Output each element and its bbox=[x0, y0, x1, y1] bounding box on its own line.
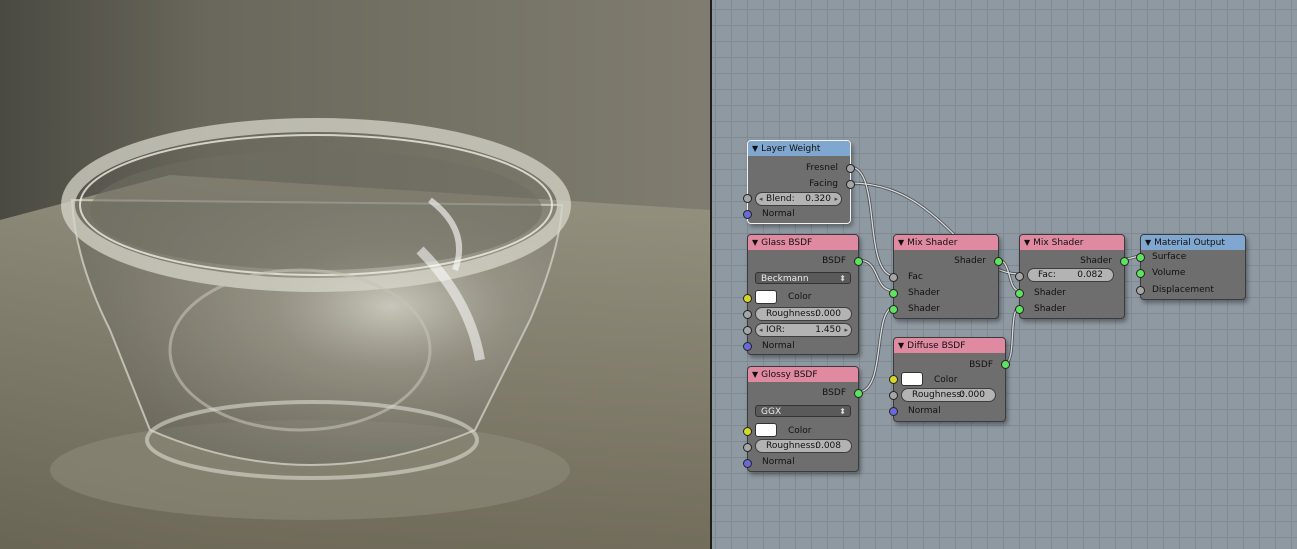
collapse-triangle-icon[interactable]: ▼ bbox=[1145, 238, 1151, 247]
diffuse-color-input-socket[interactable] bbox=[889, 375, 898, 384]
diffuse-bsdf-header[interactable]: ▼ Diffuse BSDF bbox=[894, 338, 1005, 353]
diffuse-bsdf-output-label: BSDF bbox=[969, 360, 993, 370]
mix-shader-1-header[interactable]: ▼ Mix Shader bbox=[894, 235, 998, 250]
diffuse-bsdf-output-socket[interactable] bbox=[1001, 360, 1010, 369]
glass-roughness-input-socket[interactable] bbox=[743, 310, 752, 319]
mix-shader-2-node[interactable]: ▼ Mix Shader Shader Fac: 0.082 Shader Sha… bbox=[1015, 234, 1129, 319]
mix1-fac-label: Fac bbox=[908, 272, 923, 282]
mix2-shader1-input-socket[interactable] bbox=[1015, 289, 1024, 298]
glossy-normal-input-socket[interactable] bbox=[743, 459, 752, 468]
glossy-bsdf-output-socket[interactable] bbox=[854, 389, 863, 398]
material-output-header[interactable]: ▼ Material Output bbox=[1141, 235, 1245, 250]
mix1-shader-output-label: Shader bbox=[954, 256, 986, 266]
diffuse-color-label: Color bbox=[934, 375, 958, 385]
glossy-bsdf-output-label: BSDF bbox=[822, 388, 846, 398]
blend-input-socket[interactable] bbox=[743, 194, 752, 203]
facing-output-label: Facing bbox=[809, 179, 838, 189]
normal-input-label: Normal bbox=[762, 209, 795, 219]
increment-arrow-icon[interactable]: ▸ bbox=[844, 324, 848, 336]
glossy-color-input-socket[interactable] bbox=[743, 427, 752, 436]
normal-input-socket[interactable] bbox=[743, 210, 752, 219]
glass-ior-input-socket[interactable] bbox=[743, 326, 752, 335]
collapse-triangle-icon[interactable]: ▼ bbox=[898, 341, 904, 350]
mix2-shader-output-socket[interactable] bbox=[1120, 257, 1129, 266]
glossy-normal-label: Normal bbox=[762, 457, 795, 467]
fresnel-output-socket[interactable] bbox=[846, 164, 855, 173]
diffuse-roughness-input-socket[interactable] bbox=[889, 391, 898, 400]
glossy-distribution-select[interactable]: GGX ⬍ bbox=[755, 405, 851, 417]
dropdown-caret-icon: ⬍ bbox=[839, 274, 846, 283]
dropdown-caret-icon: ⬍ bbox=[839, 407, 846, 416]
mix2-shader-output-label: Shader bbox=[1080, 256, 1112, 266]
collapse-triangle-icon[interactable]: ▼ bbox=[1024, 238, 1030, 247]
layer-weight-header[interactable]: ▼ Layer Weight bbox=[748, 141, 850, 156]
layer-weight-node[interactable]: ▼ Layer Weight Fresnel Facing ◂ Blend: 0.… bbox=[743, 140, 855, 224]
surface-input-label: Surface bbox=[1152, 252, 1187, 262]
mix1-shader-output-socket[interactable] bbox=[994, 257, 1003, 266]
material-output-node[interactable]: ▼ Material Output Surface Volume Displace… bbox=[1136, 234, 1246, 300]
facing-output-socket[interactable] bbox=[846, 180, 855, 189]
mix1-shader1-label: Shader bbox=[908, 288, 940, 298]
decrement-arrow-icon[interactable]: ◂ bbox=[759, 324, 763, 336]
surface-input-socket[interactable] bbox=[1136, 253, 1145, 262]
glass-color-input-socket[interactable] bbox=[743, 294, 752, 303]
fresnel-output-label: Fresnel bbox=[806, 163, 838, 173]
glass-bsdf-output-socket[interactable] bbox=[854, 257, 863, 266]
diffuse-bsdf-node[interactable]: ▼ Diffuse BSDF BSDF Color Roughness: 0.00… bbox=[889, 337, 1010, 422]
diffuse-normal-label: Normal bbox=[908, 406, 941, 416]
glossy-roughness-input-socket[interactable] bbox=[743, 443, 752, 452]
mix2-shader1-label: Shader bbox=[1034, 288, 1066, 298]
glass-ior-field[interactable]: ◂ IOR: 1.450 ▸ bbox=[755, 323, 852, 337]
glossy-bsdf-header[interactable]: ▼ Glossy BSDF bbox=[748, 367, 858, 382]
displacement-input-socket[interactable] bbox=[1136, 286, 1145, 295]
glass-bsdf-header[interactable]: ▼ Glass BSDF bbox=[748, 235, 858, 250]
increment-arrow-icon[interactable]: ▸ bbox=[834, 193, 838, 205]
glossy-color-label: Color bbox=[788, 426, 812, 436]
blend-field[interactable]: ◂ Blend: 0.320 ▸ bbox=[755, 192, 842, 206]
mix2-shader2-label: Shader bbox=[1034, 304, 1066, 314]
collapse-triangle-icon[interactable]: ▼ bbox=[752, 144, 758, 153]
collapse-triangle-icon[interactable]: ▼ bbox=[752, 238, 758, 247]
glossy-roughness-field[interactable]: Roughness: 0.008 bbox=[755, 439, 852, 453]
diffuse-roughness-field[interactable]: Roughness: 0.000 bbox=[901, 388, 996, 402]
mix-shader-1-node[interactable]: ▼ Mix Shader Shader Fac Shader Shader bbox=[889, 234, 1003, 319]
mix2-fac-input-socket[interactable] bbox=[1015, 272, 1024, 281]
mix1-fac-input-socket[interactable] bbox=[889, 273, 898, 282]
volume-input-socket[interactable] bbox=[1136, 269, 1145, 278]
mix1-shader2-input-socket[interactable] bbox=[889, 305, 898, 314]
glossy-color-swatch[interactable] bbox=[755, 423, 777, 437]
displacement-input-label: Displacement bbox=[1152, 285, 1214, 295]
glass-bsdf-output-label: BSDF bbox=[822, 256, 846, 266]
diffuse-color-swatch[interactable] bbox=[901, 372, 923, 386]
collapse-triangle-icon[interactable]: ▼ bbox=[752, 370, 758, 379]
glass-color-label: Color bbox=[788, 292, 812, 302]
collapse-triangle-icon[interactable]: ▼ bbox=[898, 238, 904, 247]
mix-shader-2-header[interactable]: ▼ Mix Shader bbox=[1020, 235, 1124, 250]
glass-bowl-image bbox=[0, 0, 710, 549]
decrement-arrow-icon[interactable]: ◂ bbox=[759, 193, 763, 205]
glass-color-swatch[interactable] bbox=[755, 290, 777, 304]
mix1-shader1-input-socket[interactable] bbox=[889, 289, 898, 298]
diffuse-normal-input-socket[interactable] bbox=[889, 407, 898, 416]
glass-normal-input-socket[interactable] bbox=[743, 342, 752, 351]
glass-distribution-select[interactable]: Beckmann ⬍ bbox=[755, 272, 851, 284]
mix2-fac-field[interactable]: Fac: 0.082 bbox=[1027, 268, 1114, 282]
node-editor[interactable]: ▼ Layer Weight Fresnel Facing ◂ Blend: 0.… bbox=[712, 0, 1297, 549]
mix1-shader2-label: Shader bbox=[908, 304, 940, 314]
glass-bsdf-node[interactable]: ▼ Glass BSDF BSDF Beckmann ⬍ Color Roughne… bbox=[743, 234, 863, 355]
mix2-shader2-input-socket[interactable] bbox=[1015, 305, 1024, 314]
volume-input-label: Volume bbox=[1152, 268, 1186, 278]
glossy-bsdf-node[interactable]: ▼ Glossy BSDF BSDF GGX ⬍ Color Roughness: … bbox=[743, 366, 863, 472]
glass-roughness-field[interactable]: Roughness: 0.000 bbox=[755, 307, 852, 321]
glass-normal-label: Normal bbox=[762, 341, 795, 351]
render-preview bbox=[0, 0, 710, 549]
